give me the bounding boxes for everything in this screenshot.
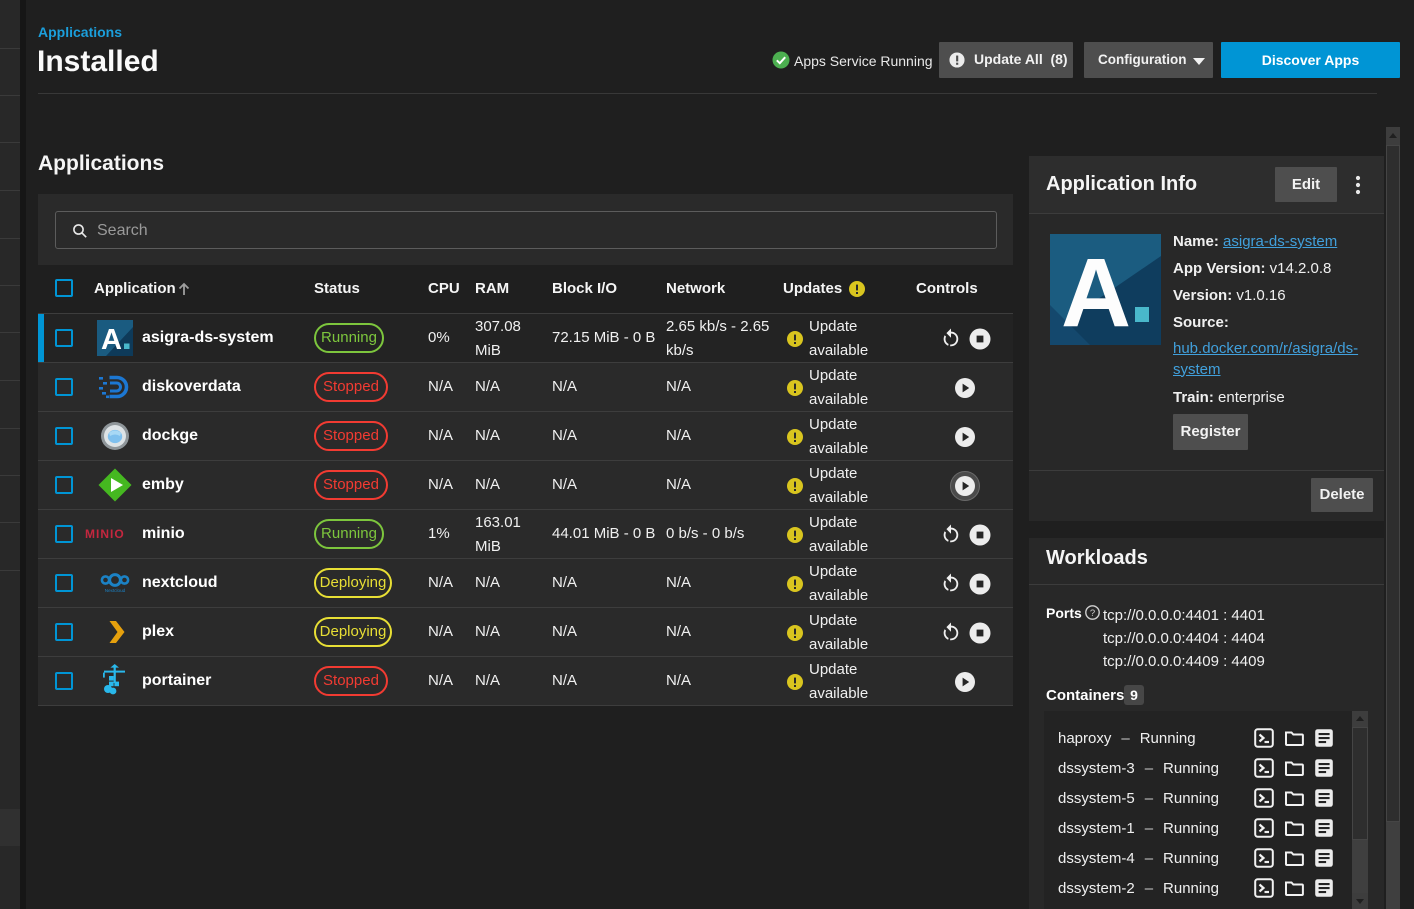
svg-text:MINIO: MINIO	[85, 527, 125, 541]
svg-text:Nextcloud: Nextcloud	[105, 588, 126, 593]
svg-text:?: ?	[1090, 608, 1095, 619]
svg-text:A: A	[101, 324, 122, 356]
svg-text:A: A	[1061, 238, 1131, 345]
